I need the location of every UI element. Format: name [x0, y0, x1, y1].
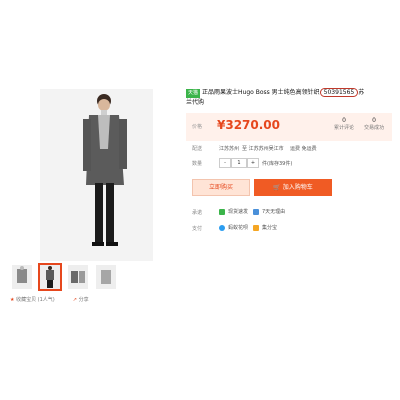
- title-tail: 苏: [358, 89, 365, 96]
- stat-transactions-num: 0: [372, 117, 376, 124]
- share-action[interactable]: ↗ 分享: [73, 296, 89, 303]
- price-value: ¥3270.00: [217, 118, 281, 132]
- model-figure: [40, 89, 153, 261]
- thumbnail-1[interactable]: [12, 265, 32, 289]
- return-icon: [253, 208, 259, 215]
- quantity-plus-button[interactable]: +: [247, 157, 259, 168]
- quantity-minus-button[interactable]: -: [219, 157, 231, 168]
- title-line2: 兰代购: [186, 99, 205, 106]
- title-main: 正品雨果波士Hugo Boss 男士纯色高领针织: [202, 89, 320, 96]
- payment-item-1[interactable]: 蚂蚁花呗: [219, 224, 248, 231]
- stat-reviews[interactable]: 0 累计评论: [334, 117, 354, 131]
- shipping-label: 配送: [192, 146, 203, 152]
- payment-item-2[interactable]: 集分宝: [253, 224, 277, 231]
- star-icon: ★: [10, 297, 15, 303]
- price-label: 价格: [192, 124, 203, 130]
- payment-item-1-label: 蚂蚁花呗: [228, 225, 249, 231]
- quantity-label: 数量: [192, 161, 203, 167]
- promise-item-2-label: 7天无理由: [262, 209, 286, 215]
- add-to-cart-label: 加入购物车: [282, 184, 313, 191]
- tmall-tag: 天猫: [186, 89, 201, 98]
- thumbnail-2-selected[interactable]: [38, 263, 62, 291]
- buy-now-button[interactable]: 立即购买: [192, 179, 250, 196]
- shipping-fee: 运费 免运费: [290, 146, 317, 152]
- quantity-stepper: - 1 +: [219, 157, 259, 168]
- promise-item-1-label: 现货速发: [228, 209, 249, 215]
- footer-actions: ★ 收藏宝贝 (1人气) ↗ 分享: [10, 296, 89, 303]
- stat-transactions-label: 交易成功: [364, 125, 385, 131]
- promise-item-2[interactable]: 7天无理由: [253, 208, 285, 215]
- promise-label: 承诺: [192, 210, 203, 216]
- cart-icon: 🛒: [273, 184, 281, 191]
- product-main-image[interactable]: [40, 89, 153, 261]
- stat-reviews-label: 累计评论: [334, 125, 355, 131]
- shipping-destination[interactable]: 至 江苏苏州吴江市: [242, 145, 284, 152]
- payment-label: 支付: [192, 226, 203, 232]
- jifenbao-icon: [253, 224, 259, 231]
- thumbnail-strip: [12, 263, 116, 291]
- product-title: 天猫 正品雨果波士Hugo Boss 男士纯色高领针织 50391565 苏 兰代购: [186, 88, 396, 107]
- huabei-icon: [219, 224, 225, 231]
- share-icon: ↗: [72, 297, 77, 303]
- check-icon: [219, 208, 225, 215]
- thumbnail-4[interactable]: [96, 265, 116, 289]
- stat-reviews-num: 0: [342, 117, 346, 124]
- thumbnail-3[interactable]: [68, 265, 88, 289]
- favorite-action[interactable]: ★ 收藏宝贝 (1人气): [10, 296, 55, 303]
- stock-text: 件(库存39件): [262, 161, 293, 167]
- promise-item-1[interactable]: 现货速发: [219, 208, 248, 215]
- payment-item-2-label: 集分宝: [262, 225, 278, 231]
- favorite-label: 收藏宝贝 (1人气): [16, 297, 55, 303]
- quantity-input[interactable]: 1: [231, 157, 247, 168]
- add-to-cart-button[interactable]: 🛒 加入购物车: [254, 179, 332, 196]
- stat-transactions[interactable]: 0 交易成功: [364, 117, 384, 131]
- shipping-from: 江苏苏州: [219, 146, 240, 152]
- item-number: 50391565: [319, 88, 359, 97]
- share-label: 分享: [78, 297, 89, 303]
